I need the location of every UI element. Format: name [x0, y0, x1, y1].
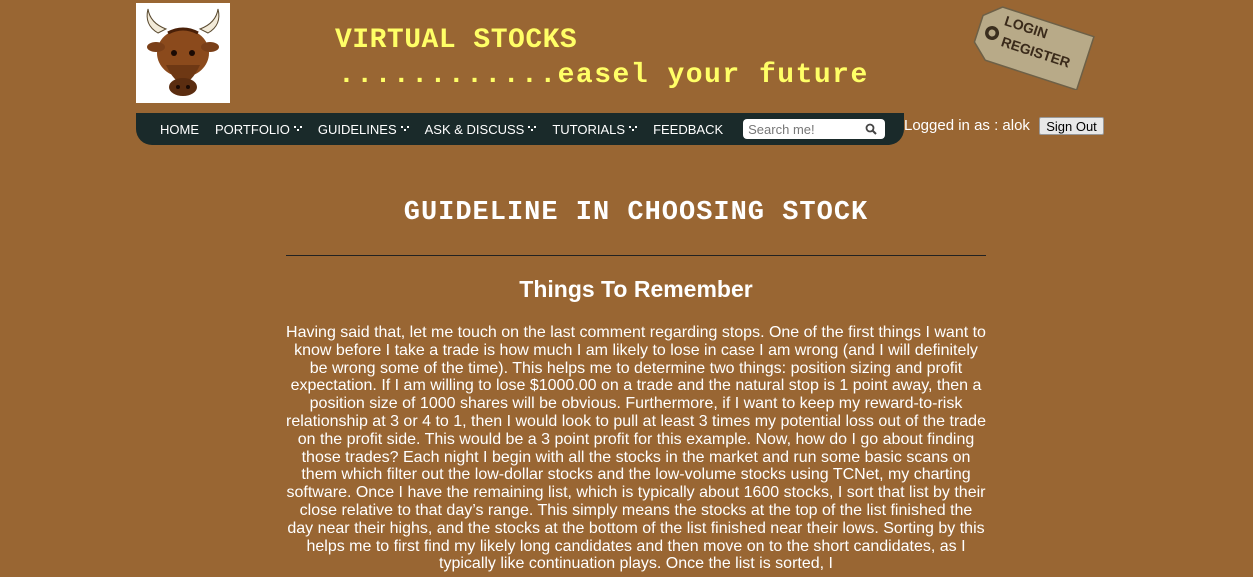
nav-item-tutorials[interactable]: TUTORIALS — [544, 113, 645, 145]
bull-head-icon — [146, 8, 220, 96]
login-register-tag[interactable]: LOGIN REGISTER — [962, 2, 1102, 90]
search-box — [743, 119, 886, 139]
nav-item-label: FEEDBACK — [653, 121, 724, 137]
site-title: VIRTUAL STOCKS — [335, 25, 578, 56]
nav-item-ask-discuss[interactable]: ASK & DISCUSS — [417, 113, 545, 145]
nav-item-label: GUIDELINES — [317, 121, 397, 137]
bull-logo[interactable] — [136, 3, 230, 103]
nav-item-label: ASK & DISCUSS — [424, 121, 525, 137]
nav-item-label: HOME — [160, 121, 199, 137]
nav-item-guidelines[interactable]: GUIDELINES — [310, 113, 417, 145]
nav-item-home[interactable]: HOME — [152, 113, 207, 145]
search-icon[interactable] — [865, 123, 877, 135]
title-divider — [286, 255, 986, 256]
nav-item-label: PORTFOLIO — [215, 121, 290, 137]
page-title: GUIDELINE IN CHOOSING STOCK — [403, 198, 869, 228]
site-tagline: ............easel your future — [338, 60, 869, 91]
dots-arrow-icon — [528, 125, 537, 133]
sign-out-button[interactable]: Sign Out — [1039, 117, 1104, 135]
article-paragraph: Having said that, let me touch on the la… — [286, 324, 986, 573]
nav-item-portfolio[interactable]: PORTFOLIO — [207, 113, 310, 145]
nav-item-label: TUTORIALS — [552, 121, 626, 137]
dots-arrow-icon — [293, 125, 302, 133]
logged-in-status: Logged in as : alok — [904, 117, 1030, 134]
dots-arrow-icon — [629, 125, 638, 133]
search-input[interactable] — [743, 120, 861, 138]
dots-arrow-icon — [400, 125, 409, 133]
nav-item-feedback[interactable]: FEEDBACK — [645, 113, 731, 145]
main-navbar: HOME PORTFOLIO GUIDELINES ASK & DISCUSS … — [136, 113, 904, 145]
section-heading: Things To Remember — [519, 276, 753, 302]
